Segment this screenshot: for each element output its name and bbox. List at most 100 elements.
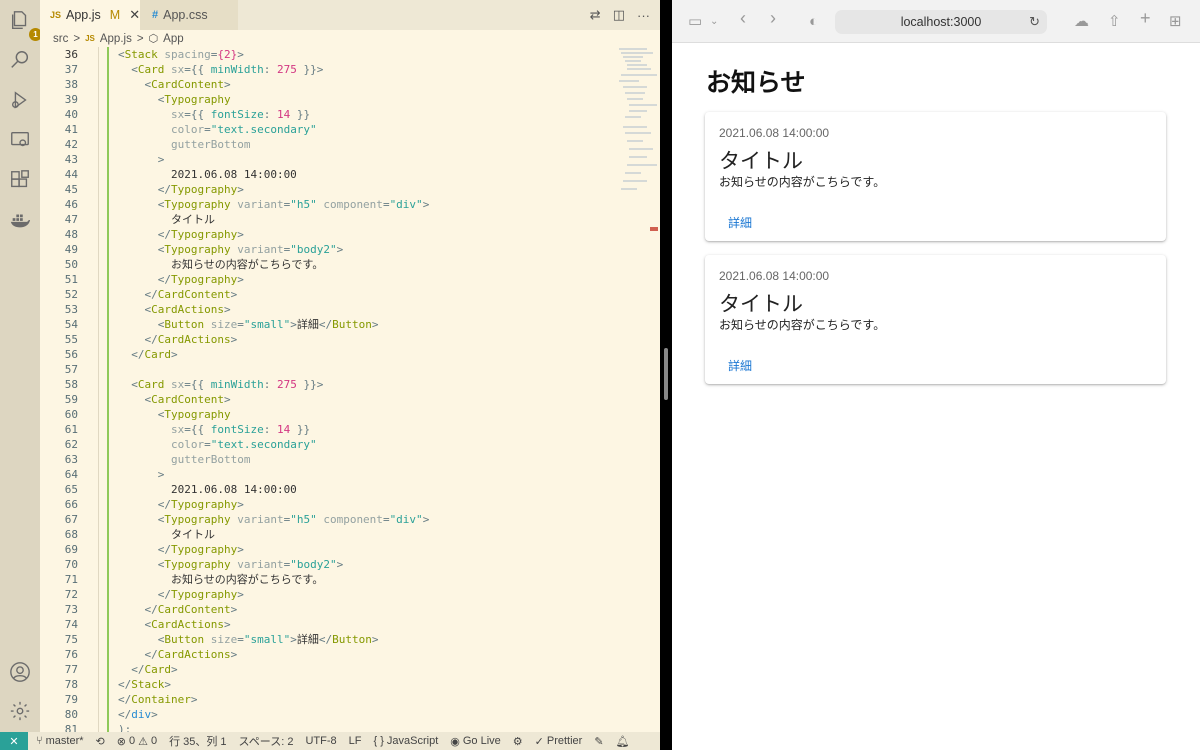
docker-icon[interactable] (8, 208, 32, 232)
search-icon[interactable] (8, 48, 32, 72)
code-line[interactable]: <Button size="small">詳細</Button> (118, 632, 429, 647)
code-line[interactable]: sx={{ fontSize: 14 }} (118, 422, 429, 437)
indentation-setting[interactable]: スペース: 2 (239, 733, 294, 749)
settings-gear-icon[interactable] (8, 699, 32, 723)
language-mode[interactable]: { } JavaScript (373, 735, 438, 747)
share-icon[interactable]: ⇧ (1108, 13, 1121, 30)
code-line[interactable]: <Typography variant="h5" component="div"… (118, 512, 430, 527)
breadcrumb-src[interactable]: src (53, 33, 68, 45)
code-line[interactable]: ); (118, 722, 429, 732)
code-line[interactable]: <Typography variant="body2"> (118, 557, 429, 572)
code-line[interactable]: お知らせの内容がこちらです。 (118, 257, 429, 272)
code-line[interactable]: <Button size="small">詳細</Button> (118, 317, 429, 332)
gear-icon[interactable]: ⚙ (513, 735, 523, 748)
code-line[interactable]: color="text.secondary" (118, 122, 429, 137)
code-line[interactable]: </Card> (118, 662, 429, 677)
reload-icon[interactable]: ↻ (1029, 14, 1040, 30)
code-line[interactable]: </CardContent> (118, 287, 429, 302)
code-line[interactable]: お知らせの内容がこちらです。 (118, 572, 429, 587)
account-icon[interactable] (8, 660, 32, 684)
code-line[interactable]: </Container> (118, 692, 429, 707)
code-line[interactable]: </CardActions> (118, 332, 429, 347)
remote-indicator-icon[interactable]: ✕ (0, 732, 28, 750)
compare-changes-icon[interactable]: ⇄ (590, 7, 601, 23)
code-line[interactable]: タイトル (118, 527, 429, 542)
code-line[interactable]: </Typography> (118, 272, 429, 287)
notifications-bell-icon[interactable]: 🔔︎ (616, 735, 630, 748)
code-line[interactable]: タイトル (118, 212, 429, 227)
cursor-position[interactable]: 行 35、列 1 (169, 733, 226, 749)
code-line[interactable]: </div> (118, 707, 429, 722)
line-number: 67 (64, 513, 78, 526)
chevron-down-icon[interactable]: ⌄ (710, 13, 718, 30)
code-line[interactable]: <Card sx={{ minWidth: 275 }}> (118, 377, 429, 392)
tab-app-css[interactable]: # App.css (140, 0, 238, 30)
code-editor[interactable]: 36 37 38 39 40 41 42 43 44 45 46 47 48 49 50 51 52 53 54 55… (40, 47, 660, 732)
go-live-button[interactable]: ◉ Go Live (450, 735, 501, 748)
more-actions-icon[interactable]: ··· (637, 8, 650, 23)
encoding-setting[interactable]: UTF-8 (305, 735, 336, 747)
code-line[interactable]: <CardContent> (118, 77, 429, 92)
details-button[interactable]: 詳細 (719, 212, 761, 233)
code-line[interactable]: <Card sx={{ minWidth: 275 }}> (118, 62, 429, 77)
tab-app-js[interactable]: JS App.js M ✕ (40, 0, 140, 30)
code-line[interactable]: > (118, 467, 429, 482)
code-line[interactable]: <Typography (118, 407, 429, 422)
problems-indicator[interactable]: ⊗ 0 ⚠ 0 (117, 735, 157, 748)
code-line[interactable]: gutterBottom (118, 137, 429, 152)
code-line[interactable]: </Typography> (118, 227, 429, 242)
feedback-icon[interactable]: ✎ (594, 735, 603, 748)
line-number: 50 (64, 258, 78, 271)
split-editor-icon[interactable]: ◫ (613, 7, 625, 23)
code-line[interactable]: </Typography> (118, 497, 429, 512)
prettier-status[interactable]: ✓ Prettier (535, 735, 583, 748)
code-line[interactable]: </CardActions> (118, 647, 429, 662)
new-tab-icon[interactable]: + (1140, 9, 1151, 27)
code-line[interactable]: color="text.secondary" (118, 437, 429, 452)
code-line[interactable]: 2021.06.08 14:00:00 (118, 482, 429, 497)
code-line[interactable]: <Typography (118, 92, 429, 107)
code-lines[interactable]: <Stack spacing={2}> <Card sx={{ minWidth… (118, 47, 429, 732)
minimap[interactable] (617, 47, 660, 197)
code-line[interactable]: </Stack> (118, 677, 429, 692)
code-line[interactable]: <Typography variant="body2"> (118, 242, 429, 257)
code-line[interactable]: <Stack spacing={2}> (118, 47, 429, 62)
privacy-shield-icon[interactable]: ◐ (809, 13, 818, 30)
remote-explorer-icon[interactable] (8, 128, 32, 152)
address-bar[interactable]: localhost:3000 ↻ (835, 10, 1047, 34)
details-button[interactable]: 詳細 (719, 355, 761, 376)
code-line[interactable]: <CardActions> (118, 302, 429, 317)
back-icon[interactable]: ‹ (740, 9, 746, 27)
sidebar-toggle-icon[interactable]: ▭ (688, 13, 702, 30)
code-line[interactable]: <CardActions> (118, 617, 429, 632)
code-line[interactable]: </Typography> (118, 542, 429, 557)
close-icon[interactable]: ✕ (129, 7, 140, 23)
run-debug-icon[interactable] (8, 88, 32, 112)
sync-icon[interactable]: ⟲ (96, 735, 105, 748)
code-line[interactable]: </Typography> (118, 182, 429, 197)
cloud-icon[interactable]: ☁ (1074, 13, 1089, 30)
divider-grip[interactable] (664, 348, 668, 400)
code-line[interactable]: </Card> (118, 347, 429, 362)
forward-icon[interactable]: › (770, 9, 776, 27)
code-line[interactable]: <CardContent> (118, 392, 429, 407)
code-line[interactable]: 2021.06.08 14:00:00 (118, 167, 429, 182)
explorer-icon[interactable]: 1 (8, 8, 42, 41)
code-token: ={{ (184, 378, 211, 391)
breadcrumb-symbol[interactable]: App (163, 33, 183, 45)
extensions-icon[interactable] (8, 168, 32, 192)
code-line[interactable]: sx={{ fontSize: 14 }} (118, 107, 429, 122)
branch-indicator[interactable]: ⑂ master* (36, 735, 84, 747)
code-token: : (263, 378, 277, 391)
code-line[interactable]: </CardContent> (118, 602, 429, 617)
breadcrumb-separator: > (73, 32, 81, 45)
eol-setting[interactable]: LF (349, 735, 362, 747)
breadcrumb-file[interactable]: App.js (100, 33, 132, 45)
split-view-divider[interactable] (660, 0, 672, 750)
code-line[interactable]: </Typography> (118, 587, 429, 602)
code-line[interactable]: > (118, 152, 429, 167)
tab-overview-icon[interactable]: ⊞ (1169, 13, 1182, 30)
code-line[interactable] (118, 362, 429, 377)
code-line[interactable]: gutterBottom (118, 452, 429, 467)
code-line[interactable]: <Typography variant="h5" component="div"… (118, 197, 430, 212)
